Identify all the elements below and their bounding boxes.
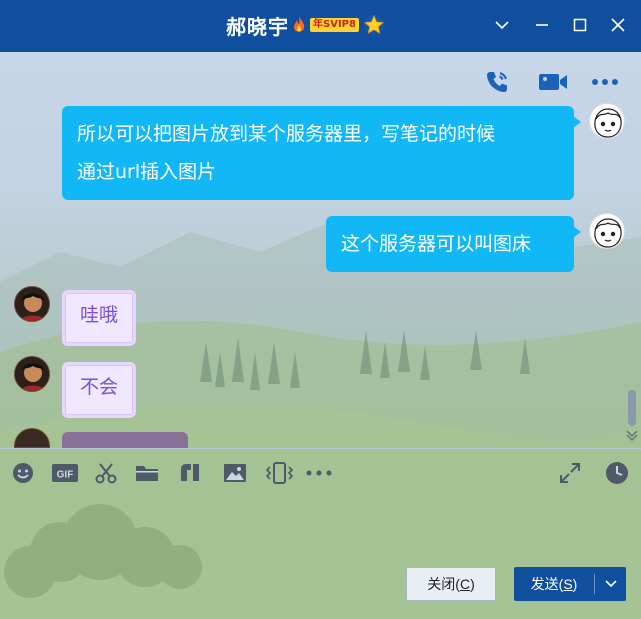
expand-icon[interactable] bbox=[557, 460, 583, 486]
message-text-line: 这个服务器可以叫图床 bbox=[341, 233, 532, 255]
scrollbar-thumb[interactable] bbox=[628, 390, 636, 426]
emoji-icon[interactable] bbox=[10, 460, 36, 486]
avatar[interactable] bbox=[589, 213, 625, 249]
input-divider bbox=[0, 448, 641, 449]
message-text-line: 通过url插入图片 bbox=[77, 161, 217, 183]
send-label-suffix: ) bbox=[572, 576, 578, 592]
title-group: 郝晓宇 年SVIP8 bbox=[226, 10, 385, 40]
avatar[interactable] bbox=[14, 286, 50, 322]
avatar[interactable] bbox=[589, 103, 625, 139]
send-label-area[interactable]: 发送(S) bbox=[514, 567, 594, 601]
vip-badge: 年SVIP8 bbox=[310, 18, 359, 32]
send-shortcut-key: S bbox=[563, 576, 573, 592]
send-divider bbox=[594, 574, 595, 594]
folder-icon[interactable] bbox=[134, 460, 160, 486]
more-icon[interactable] bbox=[306, 460, 332, 486]
chevron-down-icon[interactable] bbox=[490, 13, 514, 37]
scroll-down-icon[interactable] bbox=[625, 428, 639, 442]
title-bar: 郝晓宇 年SVIP8 bbox=[0, 0, 641, 52]
star-icon bbox=[363, 14, 384, 35]
close-label-suffix: ) bbox=[470, 576, 475, 592]
minimize-button[interactable] bbox=[530, 13, 554, 37]
screenshot-icon[interactable] bbox=[93, 460, 119, 486]
message-text-line: 不会 bbox=[79, 376, 118, 398]
close-shortcut-key: C bbox=[459, 576, 471, 592]
close-button[interactable] bbox=[606, 13, 630, 37]
message-bubble-incoming[interactable]: 哇哦 bbox=[62, 290, 136, 346]
maximize-button[interactable] bbox=[568, 13, 592, 37]
send-button[interactable]: 发送(S) bbox=[514, 567, 626, 601]
doc-icon[interactable] bbox=[177, 460, 203, 486]
close-label: 关闭( bbox=[427, 576, 460, 592]
flame-icon bbox=[293, 16, 305, 32]
more-icon[interactable] bbox=[588, 66, 622, 98]
message-bubble-incoming[interactable]: 不会 bbox=[62, 362, 136, 418]
avatar[interactable] bbox=[14, 356, 50, 392]
svg-text:GIF: GIF bbox=[57, 470, 74, 481]
message-bubble-outgoing[interactable]: 所以可以把图片放到某个服务器里，写笔记的时候 通过url插入图片 bbox=[62, 106, 581, 200]
message-bubble-outgoing[interactable]: 这个服务器可以叫图床 bbox=[326, 216, 581, 272]
shake-icon[interactable] bbox=[264, 460, 294, 486]
contact-name: 郝晓宇 bbox=[226, 14, 289, 39]
message-text-line: 所以可以把图片放到某个服务器里，写笔记的时候 bbox=[77, 123, 496, 145]
send-label: 发送( bbox=[530, 576, 564, 592]
video-call-icon[interactable] bbox=[535, 66, 571, 98]
message-input[interactable] bbox=[0, 498, 641, 558]
history-icon[interactable] bbox=[604, 460, 630, 486]
chevron-down-icon[interactable] bbox=[596, 567, 626, 601]
close-button[interactable]: 关闭(C) bbox=[406, 567, 496, 601]
gif-icon[interactable]: GIF bbox=[50, 460, 80, 486]
message-text-line: 哇哦 bbox=[79, 304, 118, 326]
image-icon[interactable] bbox=[222, 460, 248, 486]
image-message-preview[interactable] bbox=[62, 432, 188, 448]
voice-call-icon[interactable] bbox=[480, 66, 514, 98]
